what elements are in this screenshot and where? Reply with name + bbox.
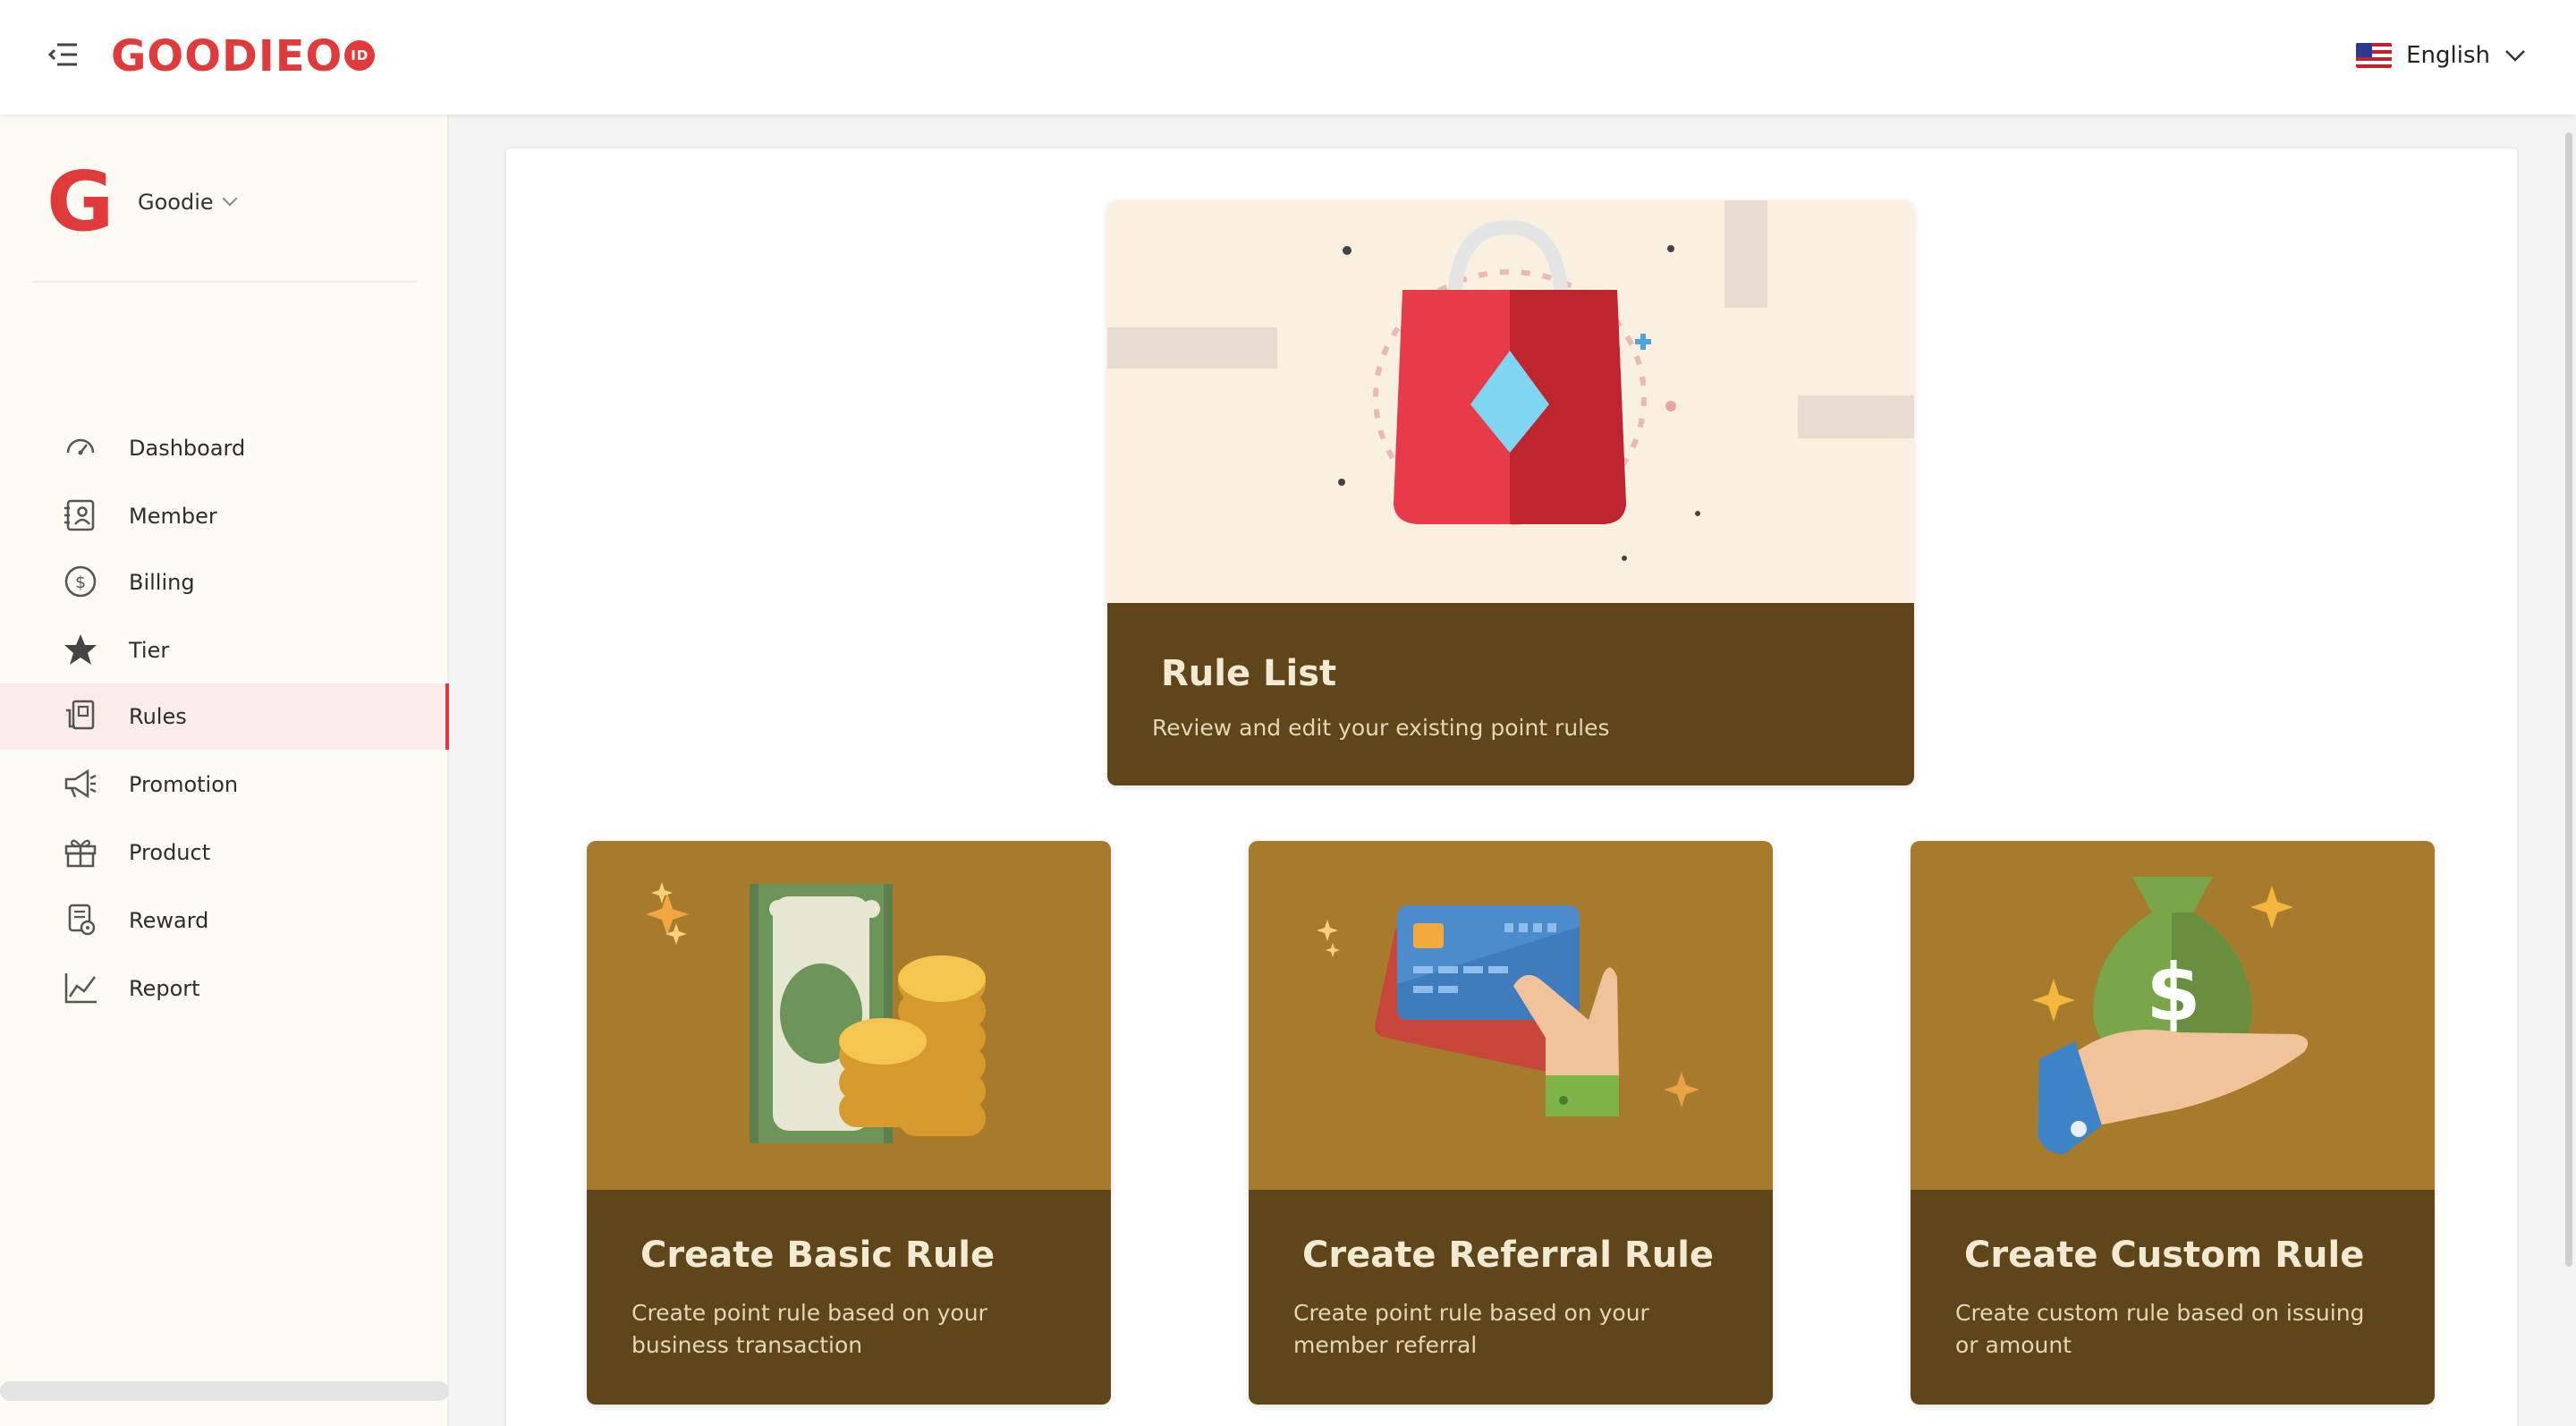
sidebar-item-dashboard[interactable]: Dashboard [0, 415, 449, 481]
card-description: Review and edit your existing point rule… [1152, 715, 1610, 741]
card-description: Create point rule based on your business… [631, 1300, 987, 1358]
sidebar-item-label: Reward [129, 908, 209, 933]
rule-list-card[interactable]: Rule List Review and edit your existing … [1107, 200, 1914, 785]
sidebar-item-promotion[interactable]: Promotion [0, 751, 449, 818]
cash-coins-icon [587, 841, 1111, 1190]
sidebar-item-tier[interactable]: Tier [0, 617, 449, 683]
card-footer: Create Referral Rule Create point rule b… [1249, 1190, 1773, 1405]
card-title: Rule List [1161, 653, 1337, 694]
dollar-circle-icon: $ [63, 564, 98, 599]
sidebar-item-member[interactable]: Member [0, 483, 449, 549]
sidebar-item-product[interactable]: Product [0, 819, 449, 886]
card-description: Create point rule based on your member r… [1293, 1300, 1649, 1358]
svg-text:$: $ [75, 573, 86, 592]
logo-badge: ID [344, 40, 376, 71]
card-title: Create Referral Rule [1302, 1235, 1715, 1276]
sidebar-item-label: Promotion [129, 772, 239, 797]
member-card-icon [63, 497, 98, 533]
goodieo-logo[interactable]: GOODIEO ID [111, 31, 376, 81]
card-footer: Rule List Review and edit your existing … [1107, 603, 1914, 785]
sidebar-item-label: Product [129, 840, 211, 865]
line-chart-icon [63, 970, 98, 1006]
menu-collapse-icon[interactable] [47, 41, 79, 68]
gift-icon [63, 834, 98, 870]
credit-card-hand-icon [1249, 841, 1773, 1190]
org-name: Goodie [138, 190, 214, 215]
sidebar-item-reward[interactable]: Reward [0, 887, 449, 954]
money-bag-hand-icon: $ [1911, 841, 2435, 1190]
logo-text: GOODIEO [111, 31, 343, 81]
card-title: Create Basic Rule [640, 1235, 996, 1276]
create-referral-rule-card[interactable]: Create Referral Rule Create point rule b… [1249, 841, 1773, 1405]
sidebar-item-label: Report [129, 976, 200, 1001]
sidebar-item-label: Rules [129, 704, 187, 729]
us-flag-icon [2356, 43, 2393, 68]
sidebar-divider [32, 281, 417, 283]
language-selector[interactable]: English [2356, 36, 2526, 75]
gauge-icon [63, 429, 98, 465]
card-title: Create Custom Rule [1964, 1235, 2365, 1276]
chevron-down-icon [222, 191, 238, 207]
sidebar: G Goodie Dashboard Member $ Billing Tier… [0, 115, 449, 1426]
org-switcher[interactable]: G Goodie [47, 154, 238, 250]
shopping-bag-icon [1107, 200, 1914, 603]
create-custom-rule-card[interactable]: $ Create Custom Rule Create custom rule … [1911, 841, 2435, 1405]
page-scrollbar[interactable] [2565, 132, 2572, 1267]
reward-icon [63, 902, 98, 938]
sidebar-scrollbar[interactable] [0, 1381, 449, 1401]
org-avatar: G [47, 154, 114, 250]
top-bar: GOODIEO ID English [0, 0, 2576, 115]
card-footer: Create Basic Rule Create point rule base… [587, 1190, 1111, 1405]
sidebar-item-label: Tier [129, 638, 170, 663]
sidebar-item-label: Member [129, 504, 217, 529]
sidebar-item-label: Dashboard [129, 436, 246, 461]
card-footer: Create Custom Rule Create custom rule ba… [1911, 1190, 2435, 1405]
svg-text:$: $ [2146, 946, 2200, 1039]
chevron-down-icon [2505, 50, 2525, 62]
megaphone-icon [63, 766, 98, 802]
sidebar-item-label: Billing [129, 570, 195, 595]
language-label: English [2406, 42, 2490, 69]
star-icon [63, 632, 98, 667]
sidebar-item-report[interactable]: Report [0, 955, 449, 1022]
create-basic-rule-card[interactable]: Create Basic Rule Create point rule base… [587, 841, 1111, 1405]
sidebar-item-billing[interactable]: $ Billing [0, 549, 449, 615]
sidebar-item-rules[interactable]: Rules [0, 683, 449, 750]
card-description: Create custom rule based on issuing or a… [1955, 1300, 2365, 1358]
rules-icon [63, 698, 98, 734]
